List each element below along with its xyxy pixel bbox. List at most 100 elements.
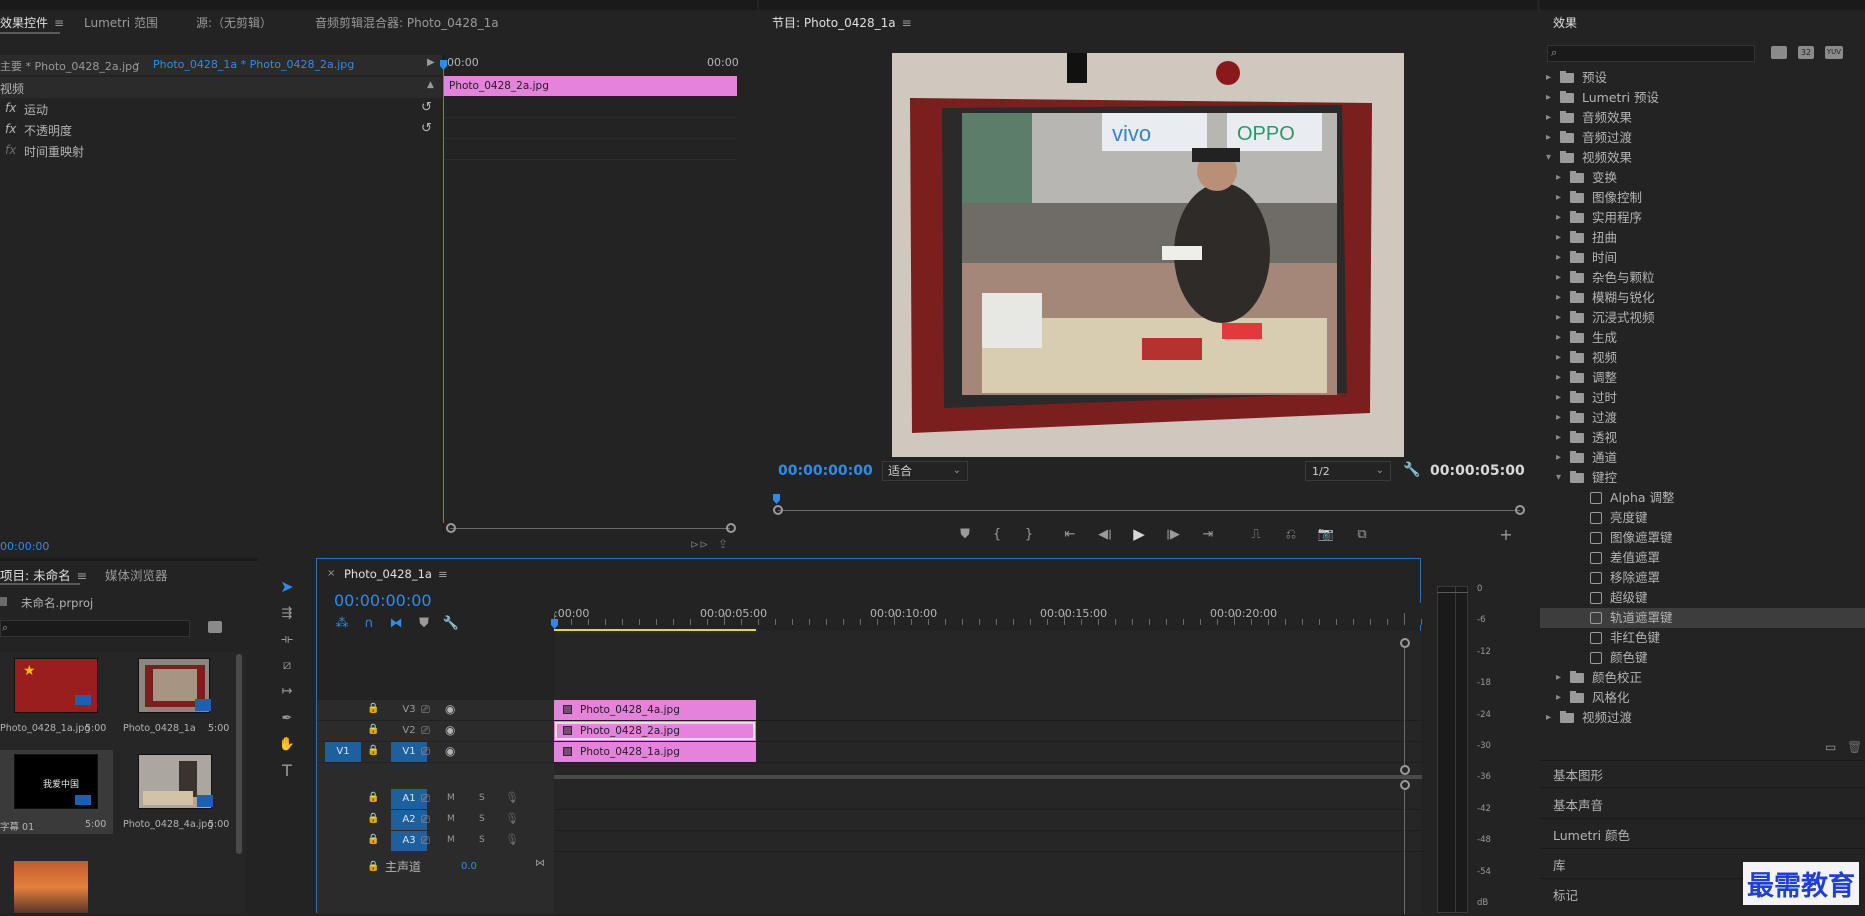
chevron-right-icon[interactable]: ▸	[1546, 108, 1556, 128]
accelerated-icon[interactable]	[1771, 46, 1787, 59]
pen-tool-icon[interactable]: ✒	[276, 707, 298, 729]
tab-lumetri-scopes[interactable]: Lumetri 范围	[84, 14, 158, 31]
new-bin-icon[interactable]: ▭	[1825, 740, 1836, 754]
program-video-frame[interactable]: vivo OPPO	[892, 53, 1404, 457]
lock-icon[interactable]: 🔒	[367, 861, 379, 872]
effect-preset-item[interactable]: 移除遮罩	[1540, 568, 1865, 588]
microphone-icon[interactable]: 🎙	[505, 812, 519, 825]
effect-preset-item[interactable]: 非红色键	[1540, 628, 1865, 648]
chevron-down-icon[interactable]: ▾	[1546, 148, 1556, 168]
mute-button[interactable]: M	[447, 793, 455, 803]
timeline-clip[interactable]: Photo_0428_2a.jpg	[554, 721, 756, 741]
ripple-edit-tool-icon[interactable]: ⟛	[276, 628, 298, 650]
project-item[interactable]: ★ Photo_0428_1a.jpg 5:00	[0, 654, 113, 738]
menu-icon[interactable]: ≡	[902, 16, 912, 30]
effect-preset-item[interactable]: 超级键	[1540, 588, 1865, 608]
mark-out-icon[interactable]: }	[1021, 526, 1037, 542]
sync-lock-icon[interactable]: ⎚	[421, 834, 430, 848]
program-timecode[interactable]: 00:00:00:00	[778, 463, 873, 479]
effect-folder-item[interactable]: ▸ 过渡	[1540, 408, 1865, 428]
eye-icon[interactable]: ◉	[445, 702, 455, 716]
effect-folder-item[interactable]: ▸ 视频	[1540, 348, 1865, 368]
play-icon[interactable]: ▶	[1131, 525, 1147, 543]
effect-folder-item[interactable]: ▸ 通道	[1540, 448, 1865, 468]
panel-essential-sound[interactable]: 基本声音	[1553, 795, 1603, 814]
scroll-handle-left[interactable]	[446, 523, 456, 533]
selection-tool-icon[interactable]: ➤	[276, 575, 298, 597]
reset-icon[interactable]: ↺	[421, 100, 432, 115]
track-select-tool-icon[interactable]: ⇶	[276, 602, 298, 624]
go-to-out-icon[interactable]: ⋈	[535, 858, 545, 869]
chevron-right-icon[interactable]: ▸	[1556, 388, 1566, 408]
panel-essential-graphics[interactable]: 基本图形	[1553, 765, 1603, 784]
mute-button[interactable]: M	[447, 835, 455, 845]
tab-effect-controls[interactable]: 效果控件 ≡	[0, 14, 64, 31]
effect-folder-item[interactable]: ▸ 预设	[1540, 68, 1865, 88]
effect-preset-item[interactable]: 差值遮罩	[1540, 548, 1865, 568]
reset-icon[interactable]: ↺	[421, 121, 432, 136]
go-to-out-icon[interactable]: ⇥	[1200, 526, 1216, 542]
audio-track-lane[interactable]	[554, 831, 1422, 852]
effect-folder-item[interactable]: ▾ 键控	[1540, 468, 1865, 488]
effect-folder-item[interactable]: ▸ 音频效果	[1540, 108, 1865, 128]
add-button-icon[interactable]: +	[1497, 525, 1515, 544]
effect-folder-item[interactable]: ▸ 模糊与锐化	[1540, 288, 1865, 308]
chevron-right-icon[interactable]: ▸	[1556, 348, 1566, 368]
chevron-right-icon[interactable]: ▸	[1556, 168, 1566, 188]
chevron-down-icon[interactable]: ⌄	[133, 57, 141, 68]
project-item-selected[interactable]: 我爱中国 字幕 01 5:00	[0, 750, 113, 834]
tab-source[interactable]: 源:（无剪辑）	[196, 14, 272, 31]
panel-markers[interactable]: 标记	[1553, 885, 1578, 904]
mute-button[interactable]: M	[447, 814, 455, 824]
lift-icon[interactable]: ⎍	[1247, 526, 1265, 542]
menu-icon[interactable]: ≡	[77, 568, 87, 583]
thumbnail-sunset[interactable]	[14, 861, 88, 913]
effect-folder-item[interactable]: ▸ 风格化	[1540, 688, 1865, 708]
ec-clip-bar[interactable]: Photo_0428_2a.jpg	[444, 76, 737, 96]
chevron-right-icon[interactable]: ▸	[1556, 288, 1566, 308]
mark-in-icon[interactable]: {	[989, 526, 1005, 542]
wrench-icon[interactable]: 🔧	[1403, 462, 1420, 478]
effect-folder-item[interactable]: ▸ 实用程序	[1540, 208, 1865, 228]
slip-tool-icon[interactable]: ↦	[276, 680, 298, 702]
32bit-icon[interactable]: 32	[1798, 46, 1814, 59]
tab-media-browser[interactable]: 媒体浏览器	[105, 565, 168, 584]
effect-item-motion[interactable]: fx 运动 ↺	[0, 98, 442, 119]
effect-preset-item[interactable]: 轨道遮罩键	[1540, 608, 1865, 628]
effect-item-opacity[interactable]: fx 不透明度 ↺	[0, 119, 442, 140]
microphone-icon[interactable]: 🎙	[505, 833, 519, 846]
resolution-dropdown[interactable]: 1/2 ⌄	[1305, 461, 1391, 481]
ec-playhead[interactable]	[443, 60, 444, 523]
chevron-right-icon[interactable]: ▸	[1556, 228, 1566, 248]
play-only-icon[interactable]: ▶	[427, 57, 435, 68]
export-icon[interactable]: ⇪	[718, 537, 728, 551]
audio-track-lane[interactable]	[554, 789, 1422, 810]
trash-icon[interactable]: 🗑	[1847, 740, 1862, 754]
extract-icon[interactable]: ⎌	[1282, 526, 1300, 542]
source-patch-v1[interactable]: V1	[325, 742, 361, 762]
collapse-up-icon[interactable]: ▲	[427, 80, 434, 90]
menu-icon[interactable]: ≡	[54, 16, 64, 30]
chevron-right-icon[interactable]: ▸	[1546, 708, 1556, 728]
lock-icon[interactable]: 🔒	[367, 813, 379, 824]
tab-project[interactable]: 项目: 未命名 ≡	[0, 565, 87, 584]
scroll-handle[interactable]	[1400, 638, 1410, 648]
scroll-handle-right[interactable]	[1515, 505, 1525, 515]
timeline-clip[interactable]: Photo_0428_4a.jpg	[554, 700, 756, 720]
panel-libraries[interactable]: 库	[1553, 855, 1566, 874]
audio-track-lane[interactable]	[554, 810, 1422, 831]
effect-folder-item[interactable]: ▸ 沉浸式视频	[1540, 308, 1865, 328]
go-to-in-icon[interactable]: ⇤	[1062, 526, 1078, 542]
lock-icon[interactable]: 🔒	[367, 792, 379, 803]
video-section-header[interactable]: 视频	[0, 80, 24, 97]
yuv-icon[interactable]: YUV	[1825, 46, 1843, 59]
effect-preset-item[interactable]: 颜色键	[1540, 648, 1865, 668]
effect-folder-item[interactable]: ▸ 视频过渡	[1540, 708, 1865, 728]
chevron-right-icon[interactable]: ▸	[1556, 428, 1566, 448]
chevron-right-icon[interactable]: ▸	[1556, 408, 1566, 428]
chevron-right-icon[interactable]: ▸	[1556, 208, 1566, 228]
sync-lock-icon[interactable]: ⎚	[421, 792, 430, 806]
fit-dropdown[interactable]: 适合 ⌄	[882, 461, 968, 481]
lock-icon[interactable]: 🔒	[367, 745, 379, 756]
effect-preset-item[interactable]: 图像遮罩键	[1540, 528, 1865, 548]
